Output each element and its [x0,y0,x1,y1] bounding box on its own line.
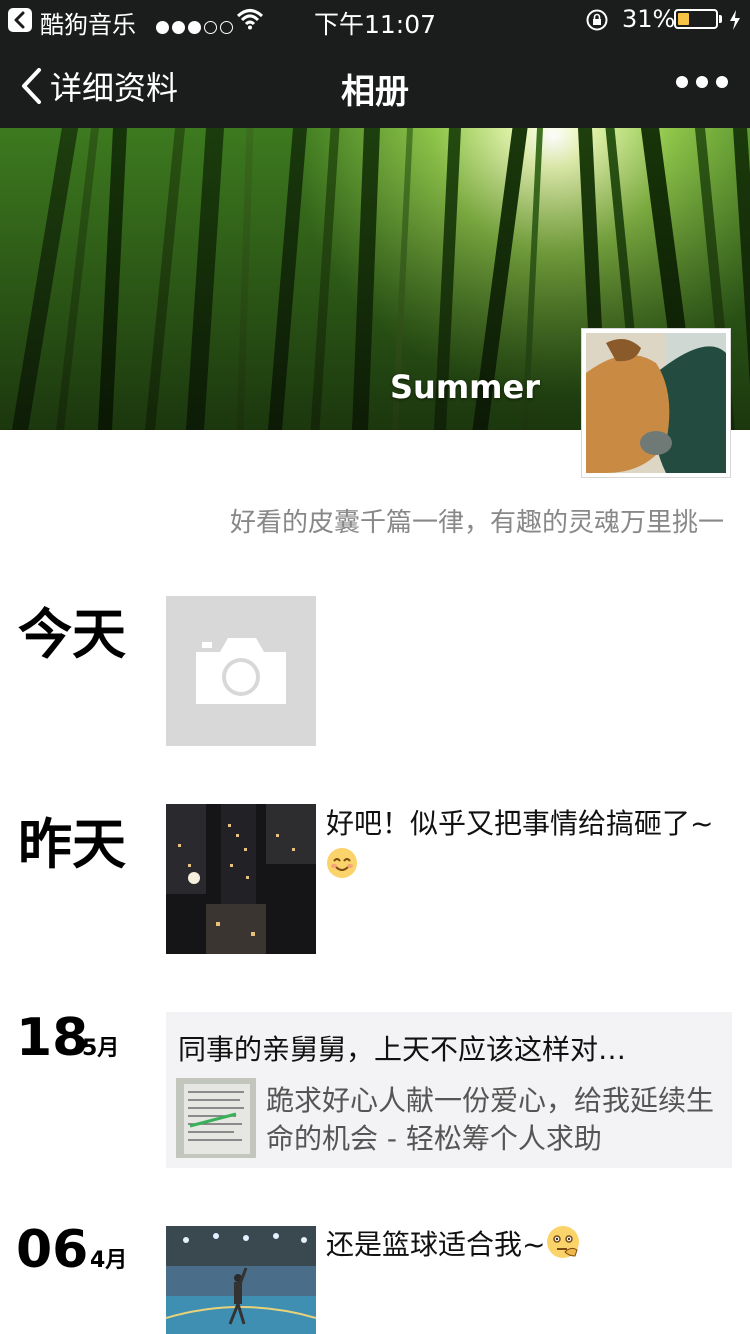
camera-icon [196,638,286,704]
date-month-apr: 4月 [90,1248,128,1273]
date-month-may: 5月 [82,1036,120,1061]
status-bar: 酷狗音乐 下午11:07 31% [0,0,750,40]
date-day-06: 06 [16,1220,89,1280]
date-day-18: 18 [16,1008,89,1068]
thinking-emoji-icon [545,1224,581,1271]
rotation-lock-icon [585,8,609,38]
date-today: 今天 [18,603,126,666]
post-caption: 还是篮球适合我~ [326,1228,546,1261]
post-text-apr06[interactable]: 还是篮球适合我~ [326,1224,726,1271]
battery-icon [674,9,718,29]
share-title: 同事的亲舅舅，上天不应该这样对… [178,1033,627,1066]
page-title: 相册 [341,72,409,112]
top-bar: 酷狗音乐 下午11:07 31% 详细资料 相册 [0,0,750,128]
more-icon[interactable] [676,76,728,88]
date-yesterday: 昨天 [18,813,126,876]
share-description: 跪求好心人献一份爱心，给我延续生命的机会 - 轻松筹个人求助 [266,1084,715,1155]
post-caption: 好吧！似乎又把事情给搞砸了~ [326,807,714,840]
share-thumbnail [176,1078,256,1158]
shared-link-card[interactable]: 同事的亲舅舅，上天不应该这样对… 跪求好心人献一份爱心，给我延续生命的机会 - … [166,1012,732,1168]
charging-icon [728,9,742,37]
post-photo-city[interactable] [166,804,316,954]
post-photo-basketball[interactable] [166,1226,316,1334]
add-photo-button[interactable] [166,596,316,746]
smile-emoji-icon [326,847,358,890]
post-text-yesterday[interactable]: 好吧！似乎又把事情给搞砸了~ [326,804,726,890]
battery-percent: 31% [622,5,676,33]
profile-username: Summer [390,368,540,406]
profile-signature: 好看的皮囊千篇一律，有趣的灵魂万里挑一 [229,508,724,538]
avatar[interactable] [581,328,731,478]
